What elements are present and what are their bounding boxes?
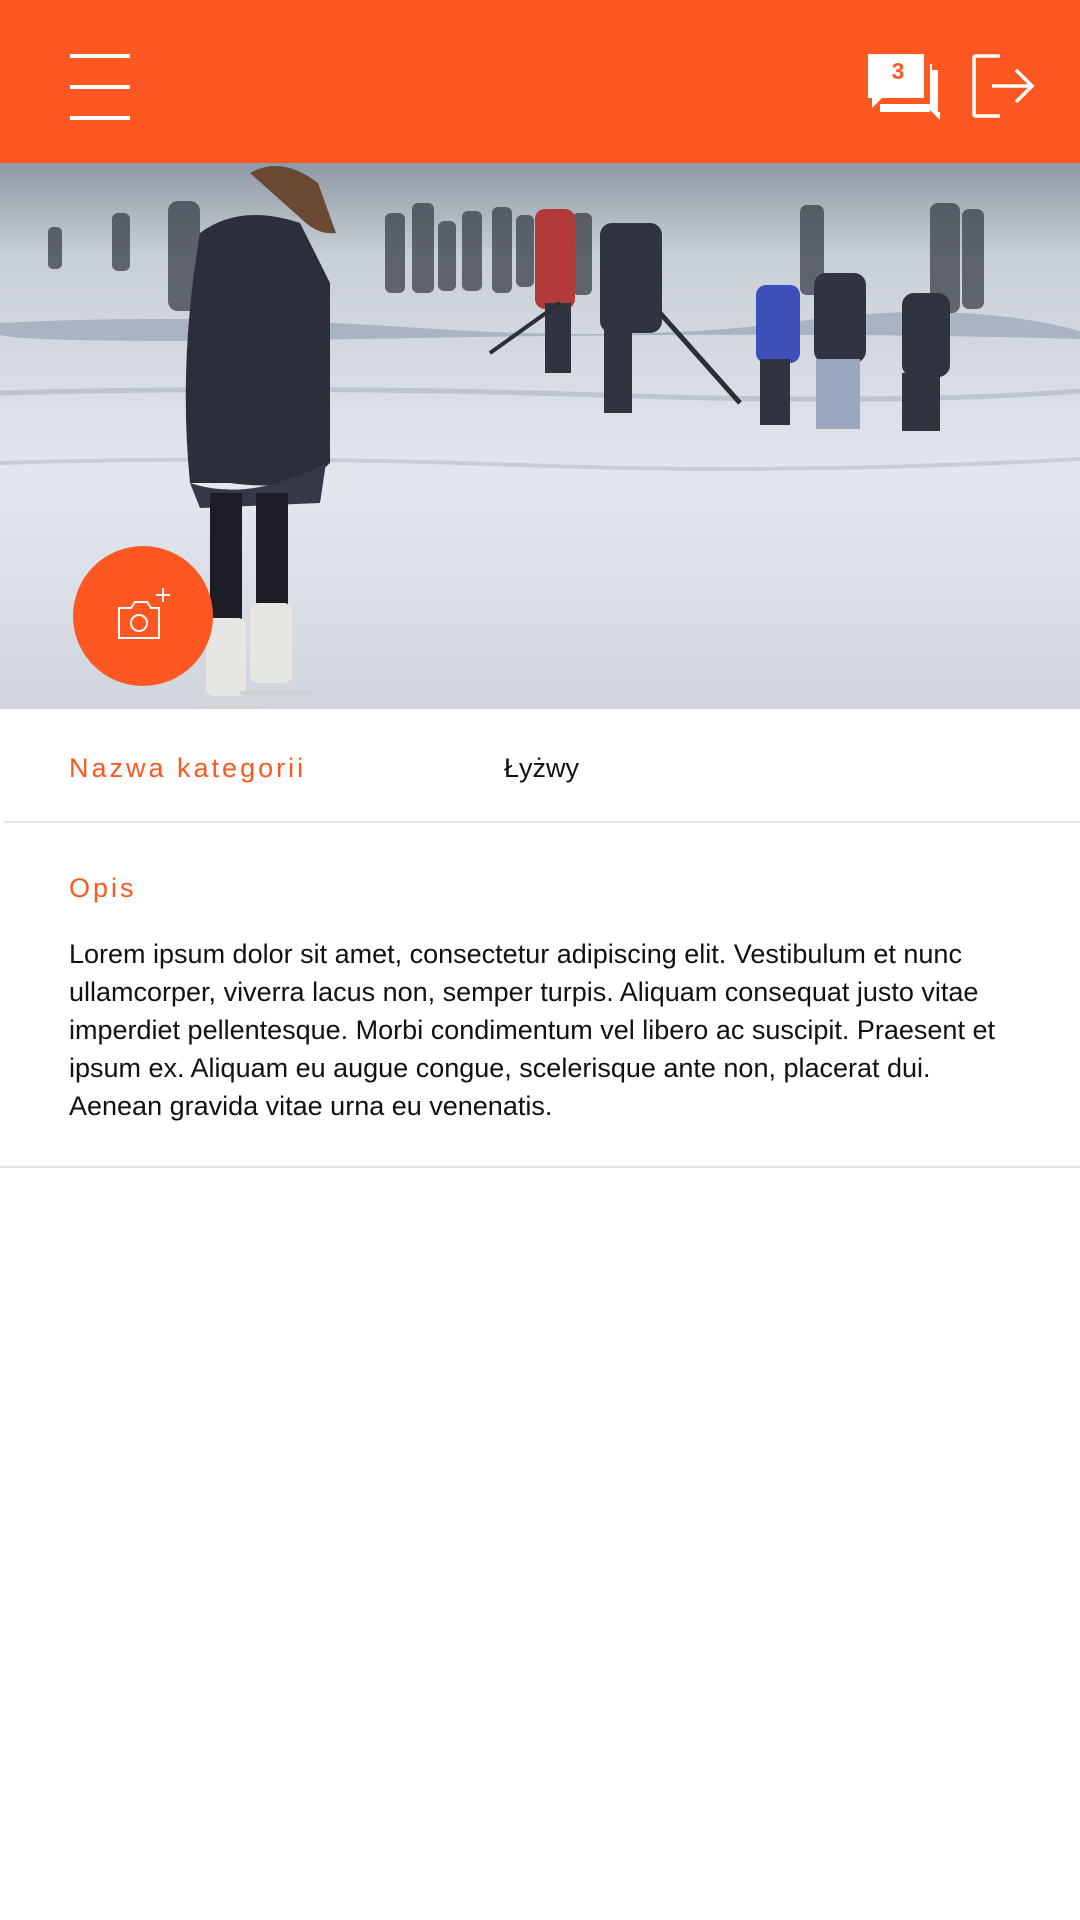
category-label: Nazwa kategorii: [69, 753, 307, 783]
camera-plus-icon: [118, 588, 170, 639]
description-section: Opis Lorem ipsum dolor sit amet, consect…: [0, 823, 1080, 1168]
top-app-bar: 3: [0, 0, 1080, 163]
messages-button[interactable]: 3: [866, 52, 944, 126]
logout-button[interactable]: [966, 50, 1044, 124]
logout-icon: [972, 54, 1035, 118]
category-row: Nazwa kategorii Łyżwy: [4, 709, 1080, 823]
hamburger-menu-icon: [70, 54, 130, 120]
hero-image: [0, 163, 1080, 709]
menu-button[interactable]: [60, 50, 140, 126]
unread-count-badge: 3: [891, 58, 905, 84]
description-text: Lorem ipsum dolor sit amet, consectetur …: [69, 939, 995, 1121]
category-value: Łyżwy: [504, 753, 580, 783]
add-photo-button[interactable]: [73, 546, 213, 686]
description-label: Opis: [69, 873, 137, 903]
